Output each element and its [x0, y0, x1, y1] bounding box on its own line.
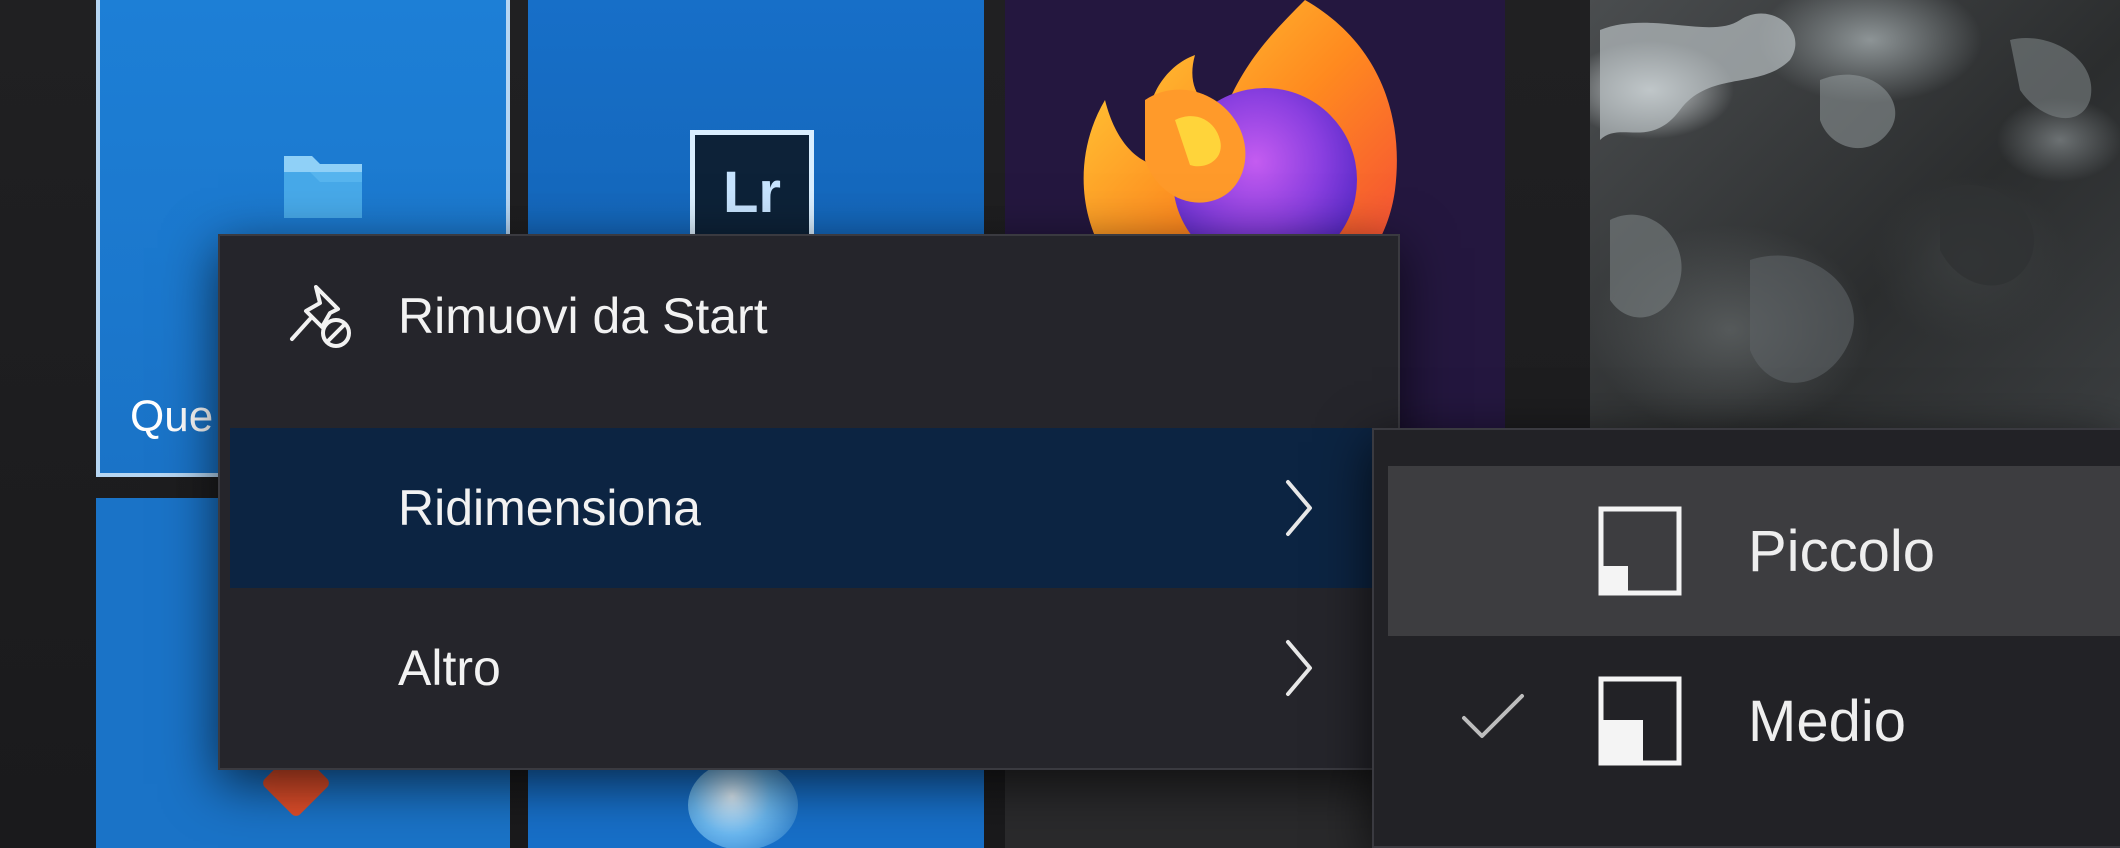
- menu-item-label: Ridimensiona: [398, 480, 701, 536]
- small-tile-icon: [1598, 506, 1682, 596]
- start-menu: Que Lr Rimuovi da Start Ridimensiona Alt…: [0, 0, 2120, 848]
- globe-icon: [688, 760, 798, 848]
- menu-item-label: Altro: [398, 640, 501, 696]
- menu-item-label: Rimuovi da Start: [398, 288, 768, 344]
- medium-tile-icon: [1598, 676, 1682, 766]
- folder-icon: [284, 156, 362, 218]
- photo-thumbnail: [1600, 13, 2092, 383]
- submenu-item-label: Medio: [1748, 689, 1906, 754]
- resize-submenu: Piccolo Medio: [1372, 428, 2120, 848]
- tile-lightroom[interactable]: Lr: [528, 0, 984, 254]
- chevron-right-icon: [1286, 640, 1312, 696]
- menu-item-more[interactable]: Altro: [230, 588, 1388, 748]
- submenu-item-label: Piccolo: [1748, 519, 1935, 584]
- menu-item-resize[interactable]: Ridimensiona: [230, 428, 1388, 588]
- unpin-icon: [290, 285, 351, 348]
- chevron-right-icon: [1286, 480, 1312, 536]
- tile-photos[interactable]: [1590, 0, 2120, 430]
- context-menu: Rimuovi da Start Ridimensiona Altro: [218, 234, 1400, 770]
- checkmark-icon: [1462, 694, 1524, 738]
- menu-item-unpin-from-start[interactable]: Rimuovi da Start: [230, 236, 1388, 396]
- tile-label: Que: [130, 392, 214, 441]
- submenu-item-small[interactable]: Piccolo: [1388, 466, 2120, 636]
- submenu-item-medium[interactable]: Medio: [1388, 636, 2120, 806]
